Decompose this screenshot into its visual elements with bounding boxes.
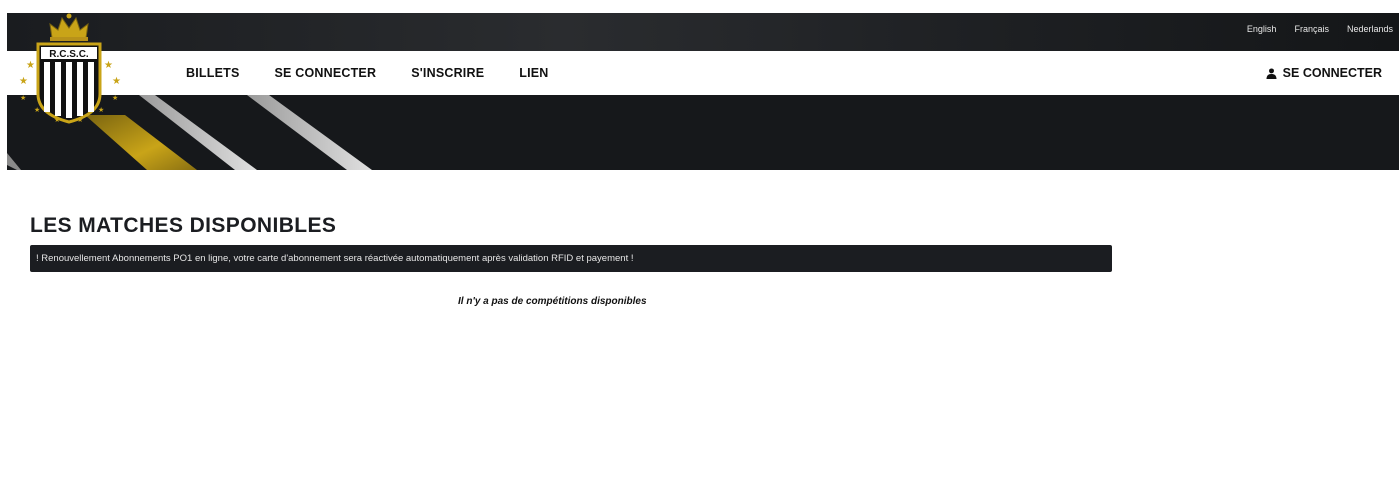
- user-icon: [1266, 67, 1277, 79]
- svg-text:★: ★: [19, 76, 28, 87]
- svg-text:★: ★: [112, 94, 118, 102]
- empty-competitions-message: Il n'y a pas de compétitions disponibles: [458, 296, 647, 307]
- club-crest-icon: R.C.S.C. ★ ★ ★ ★ ★ ★ ★ ★ ★ ★: [19, 13, 121, 124]
- notice-banner: ! Renouvellement Abonnements PO1 en lign…: [30, 245, 1112, 272]
- nav-item-billets[interactable]: BILLETS: [186, 66, 239, 80]
- nav-item-s-inscrire[interactable]: S'INSCRIRE: [411, 66, 484, 80]
- login-label: SE CONNECTER: [1282, 66, 1382, 80]
- svg-text:★: ★: [104, 60, 113, 71]
- svg-text:★: ★: [34, 106, 40, 114]
- banner-stripes: [7, 95, 372, 170]
- svg-text:★: ★: [54, 116, 60, 124]
- svg-text:★: ★: [26, 60, 35, 71]
- svg-text:★: ★: [98, 106, 104, 114]
- page: English Français Nederlands BILLETS SE C…: [0, 0, 1399, 502]
- lang-dutch-link[interactable]: Nederlands: [1347, 24, 1393, 34]
- login-button[interactable]: SE CONNECTER: [1266, 51, 1382, 95]
- svg-text:★: ★: [20, 94, 26, 102]
- nav-menu: BILLETS SE CONNECTER S'INSCRIRE LIEN: [186, 51, 549, 95]
- crest-text: R.C.S.C.: [49, 49, 89, 60]
- language-list: English Français Nederlands: [1247, 24, 1393, 34]
- language-bar: English Français Nederlands: [7, 13, 1399, 51]
- main-navbar: BILLETS SE CONNECTER S'INSCRIRE LIEN SE …: [0, 51, 1399, 95]
- lang-french-link[interactable]: Français: [1294, 24, 1329, 34]
- svg-text:★: ★: [112, 76, 121, 87]
- club-logo[interactable]: R.C.S.C. ★ ★ ★ ★ ★ ★ ★ ★ ★ ★: [14, 10, 124, 128]
- svg-text:★: ★: [77, 116, 83, 124]
- notice-text: ! Renouvellement Abonnements PO1 en lign…: [36, 253, 634, 264]
- nav-item-lien[interactable]: LIEN: [519, 66, 548, 80]
- hero-banner: [7, 95, 1399, 170]
- lang-english-link[interactable]: English: [1247, 24, 1277, 34]
- nav-item-se-connecter[interactable]: SE CONNECTER: [274, 66, 376, 80]
- page-title: LES MATCHES DISPONIBLES: [30, 214, 337, 237]
